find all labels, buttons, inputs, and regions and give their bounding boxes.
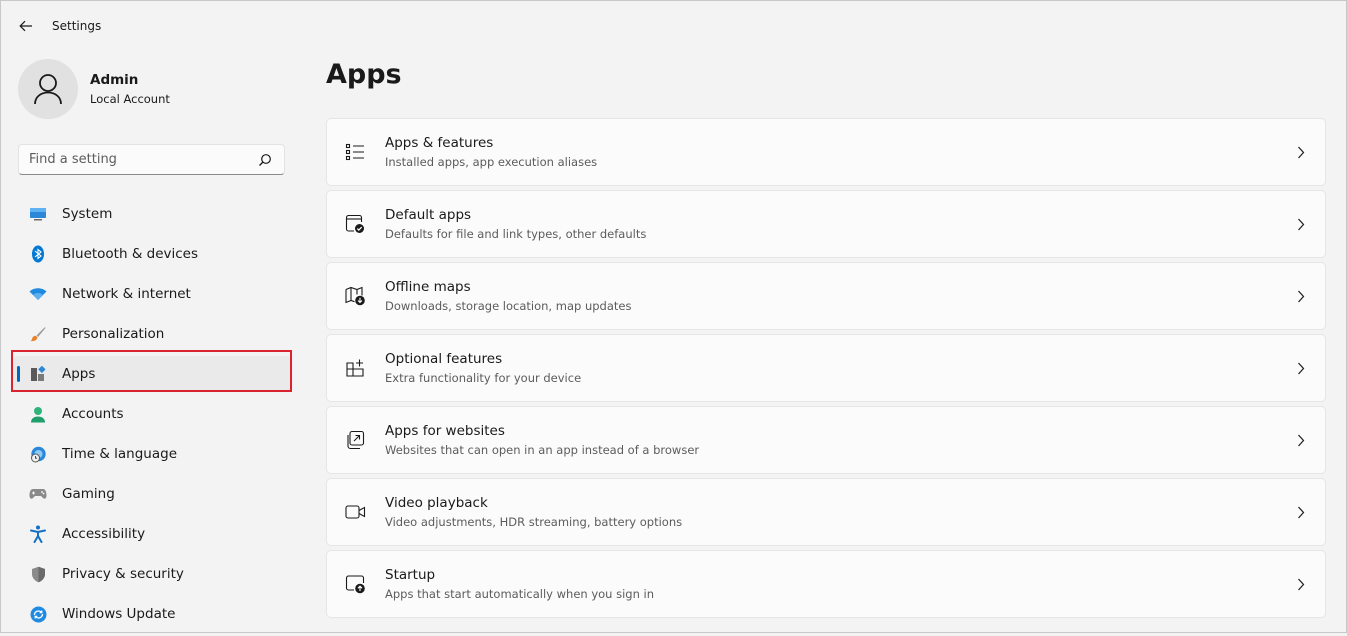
card-title: Offline maps	[385, 279, 471, 295]
card-optional-features[interactable]: Optional features Extra functionality fo…	[326, 334, 1326, 402]
card-subtitle: Defaults for file and link types, other …	[385, 227, 647, 241]
avatar[interactable]	[18, 59, 78, 119]
wifi-icon	[29, 285, 47, 303]
globe-clock-icon	[29, 445, 47, 463]
chevron-right-icon	[1295, 433, 1307, 447]
sidebar-item-label: System	[62, 206, 113, 222]
sidebar-item-privacy-security[interactable]: Privacy & security	[13, 556, 291, 592]
user-profile[interactable]: Admin Local Account	[18, 59, 170, 119]
sidebar-item-network[interactable]: Network & internet	[13, 276, 291, 312]
list-icon	[344, 141, 366, 163]
profile-account-type: Local Account	[90, 92, 170, 106]
accessibility-icon	[29, 525, 47, 543]
chevron-right-icon	[1295, 289, 1307, 303]
search-box[interactable]	[18, 144, 285, 175]
sidebar-item-accessibility[interactable]: Accessibility	[13, 516, 291, 552]
card-apps-for-websites[interactable]: Apps for websites Websites that can open…	[326, 406, 1326, 474]
card-title: Apps & features	[385, 135, 494, 151]
sidebar-item-gaming[interactable]: Gaming	[13, 476, 291, 512]
open-external-icon	[344, 429, 366, 451]
sidebar-item-label: Time & language	[62, 446, 178, 462]
sidebar-item-label: Personalization	[62, 326, 165, 342]
sidebar-item-label: Windows Update	[62, 606, 176, 622]
card-subtitle: Video adjustments, HDR streaming, batter…	[385, 515, 683, 529]
update-icon	[29, 605, 47, 623]
sidebar-item-windows-update[interactable]: Windows Update	[13, 596, 291, 632]
card-title: Startup	[385, 567, 436, 583]
person-icon	[29, 405, 47, 423]
card-video-playback[interactable]: Video playback Video adjustments, HDR st…	[326, 478, 1326, 546]
monitor-icon	[29, 205, 47, 223]
shield-icon	[29, 565, 47, 583]
card-subtitle: Extra functionality for your device	[385, 371, 582, 385]
startup-icon	[344, 573, 366, 595]
card-startup[interactable]: Startup Apps that start automatically wh…	[326, 550, 1326, 618]
apps-icon	[29, 365, 47, 383]
video-camera-icon	[344, 501, 366, 523]
sidebar-item-personalization[interactable]: Personalization	[13, 316, 291, 352]
card-title: Optional features	[385, 351, 503, 367]
chevron-right-icon	[1295, 361, 1307, 375]
brush-icon	[29, 325, 47, 343]
profile-name: Admin	[90, 72, 139, 88]
card-title: Video playback	[385, 495, 488, 511]
card-title: Default apps	[385, 207, 472, 223]
card-subtitle: Apps that start automatically when you s…	[385, 587, 655, 601]
window-title: Settings	[52, 19, 102, 33]
sidebar-item-label: Apps	[62, 366, 96, 382]
map-download-icon	[344, 285, 366, 307]
card-subtitle: Downloads, storage location, map updates	[385, 299, 632, 313]
card-offline-maps[interactable]: Offline maps Downloads, storage location…	[326, 262, 1326, 330]
chevron-right-icon	[1295, 217, 1307, 231]
search-input[interactable]	[19, 144, 258, 175]
sidebar-item-accounts[interactable]: Accounts	[13, 396, 291, 432]
sidebar: Admin Local Account System Bluetooth & d…	[1, 51, 301, 632]
user-icon	[34, 74, 62, 105]
sidebar-item-time-language[interactable]: Time & language	[13, 436, 291, 472]
main-content: Apps Apps & features Installed apps, app…	[326, 51, 1326, 632]
chevron-right-icon	[1295, 145, 1307, 159]
search-icon[interactable]	[258, 152, 274, 168]
card-subtitle: Websites that can open in an app instead…	[385, 443, 700, 457]
grid-plus-icon	[344, 357, 366, 379]
gamepad-icon	[29, 485, 47, 503]
page-title: Apps	[326, 59, 402, 90]
bluetooth-icon	[29, 245, 47, 263]
back-arrow-icon	[19, 20, 32, 32]
sidebar-item-bluetooth[interactable]: Bluetooth & devices	[13, 236, 291, 272]
chevron-right-icon	[1295, 577, 1307, 591]
sidebar-item-apps[interactable]: Apps	[13, 356, 291, 392]
title-bar: Settings	[1, 1, 1346, 51]
window-check-icon	[344, 213, 366, 235]
chevron-right-icon	[1295, 505, 1307, 519]
card-apps-features[interactable]: Apps & features Installed apps, app exec…	[326, 118, 1326, 186]
sidebar-item-label: Accessibility	[62, 526, 146, 542]
back-button[interactable]	[12, 12, 40, 40]
sidebar-item-label: Bluetooth & devices	[62, 246, 199, 262]
card-subtitle: Installed apps, app execution aliases	[385, 155, 598, 169]
sidebar-item-system[interactable]: System	[13, 196, 291, 232]
card-default-apps[interactable]: Default apps Defaults for file and link …	[326, 190, 1326, 258]
sidebar-item-label: Accounts	[62, 406, 124, 422]
sidebar-item-label: Privacy & security	[62, 566, 184, 582]
sidebar-nav: System Bluetooth & devices Network & int…	[13, 196, 291, 636]
settings-card-list: Apps & features Installed apps, app exec…	[326, 118, 1326, 622]
card-title: Apps for websites	[385, 423, 505, 439]
sidebar-item-label: Network & internet	[62, 286, 191, 302]
sidebar-item-label: Gaming	[62, 486, 115, 502]
